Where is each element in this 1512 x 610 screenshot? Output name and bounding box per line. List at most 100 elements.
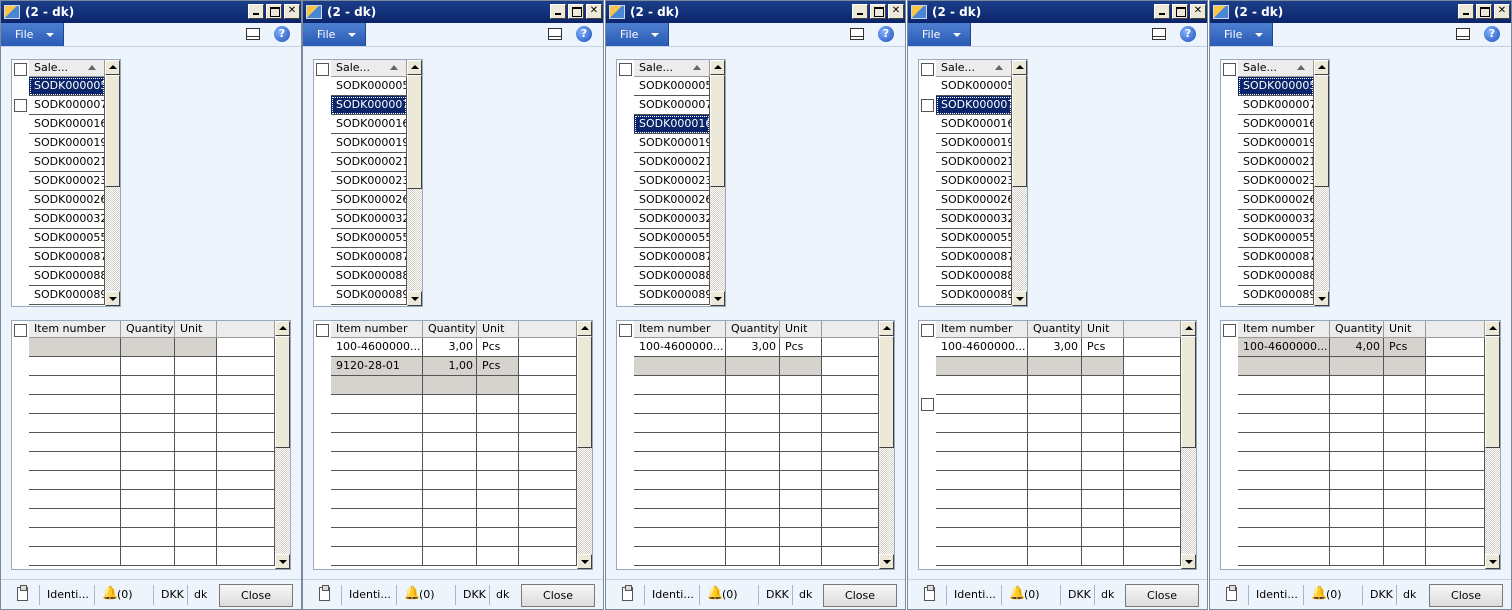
sales-order-row[interactable]: SODK000021: [331, 153, 407, 172]
line-cell-item[interactable]: 100-4600000...: [331, 338, 423, 357]
sales-order-row[interactable]: SODK000007: [936, 96, 1012, 115]
alerts-count[interactable]: (0): [1024, 588, 1040, 601]
sales-order-row[interactable]: SODK000088: [1238, 267, 1314, 286]
lines-scrollbar[interactable]: [275, 321, 290, 569]
identification-field[interactable]: Identi...: [349, 588, 391, 601]
scroll-up-button[interactable]: [879, 321, 894, 336]
title-bar[interactable]: (2 - dk) ✕: [303, 1, 603, 23]
document-handling-icon[interactable]: [924, 585, 935, 601]
maximize-button[interactable]: [266, 4, 282, 19]
line-cell-item[interactable]: 9120-28-01: [331, 357, 423, 376]
maximize-button[interactable]: [870, 4, 886, 19]
scroll-up-button[interactable]: [407, 60, 422, 75]
row-select-checkbox[interactable]: [14, 99, 27, 112]
title-bar[interactable]: (2 - dk) ✕: [606, 1, 905, 23]
scroll-thumb[interactable]: [105, 75, 120, 187]
lines-scrollbar[interactable]: [1181, 321, 1196, 569]
lines-header-item[interactable]: Item number: [331, 321, 423, 338]
sales-order-row[interactable]: SODK000088: [29, 267, 105, 286]
line-cell-qty[interactable]: 3,00: [726, 338, 780, 357]
sales-order-row[interactable]: SODK000089: [29, 286, 105, 305]
sales-order-row[interactable]: SODK000026: [331, 191, 407, 210]
identification-field[interactable]: Identi...: [47, 588, 89, 601]
sales-order-row[interactable]: SODK000023: [1238, 172, 1314, 191]
sales-order-row[interactable]: SODK000026: [936, 191, 1012, 210]
line-cell-qty[interactable]: 3,00: [1028, 338, 1082, 357]
sales-order-row[interactable]: SODK000021: [936, 153, 1012, 172]
scroll-down-button[interactable]: [577, 554, 592, 569]
close-window-button[interactable]: ✕: [888, 4, 904, 19]
scroll-down-button[interactable]: [407, 291, 422, 306]
lines-select-all-checkbox[interactable]: [921, 324, 934, 337]
file-menu-button[interactable]: File: [303, 23, 366, 46]
line-cell-item[interactable]: 100-4600000...: [936, 338, 1028, 357]
line-row-checkbox[interactable]: [921, 398, 934, 411]
lines-header-unit[interactable]: Unit: [1384, 321, 1426, 338]
lines-header-qty[interactable]: Quantity: [121, 321, 175, 338]
lines-header-qty[interactable]: Quantity: [1028, 321, 1082, 338]
sales-order-row[interactable]: SODK000087: [29, 248, 105, 267]
select-all-checkbox[interactable]: [316, 63, 329, 76]
lines-select-all-checkbox[interactable]: [619, 324, 632, 337]
help-icon[interactable]: ?: [1180, 26, 1196, 42]
lines-header-item[interactable]: Item number: [634, 321, 726, 338]
sales-order-row[interactable]: SODK000016: [331, 115, 407, 134]
sales-order-scrollbar[interactable]: [710, 60, 725, 306]
sales-order-row[interactable]: SODK000032: [634, 210, 710, 229]
line-cell-item[interactable]: 100-4600000...: [1238, 338, 1330, 357]
sales-order-row[interactable]: SODK000005: [936, 77, 1012, 96]
lines-header-unit[interactable]: Unit: [780, 321, 822, 338]
sales-order-column-header[interactable]: Sale...: [1238, 60, 1314, 77]
scroll-up-button[interactable]: [1314, 60, 1329, 75]
sales-order-row[interactable]: SODK000055: [1238, 229, 1314, 248]
line-cell-filler[interactable]: [1426, 338, 1485, 357]
sales-order-row[interactable]: SODK000088: [634, 267, 710, 286]
scroll-thumb[interactable]: [407, 75, 422, 189]
sales-order-row[interactable]: SODK000016: [1238, 115, 1314, 134]
line-cell-qty[interactable]: 3,00: [423, 338, 477, 357]
lines-scrollbar[interactable]: [1485, 321, 1500, 569]
line-cell-unit[interactable]: Pcs: [477, 338, 519, 357]
identification-field[interactable]: Identi...: [1256, 588, 1298, 601]
scroll-down-button[interactable]: [105, 291, 120, 306]
lines-header-qty[interactable]: Quantity: [423, 321, 477, 338]
minimize-button[interactable]: [550, 4, 566, 19]
scroll-up-button[interactable]: [710, 60, 725, 75]
sales-order-row[interactable]: SODK000007: [634, 96, 710, 115]
scroll-down-button[interactable]: [710, 291, 725, 306]
sales-order-row[interactable]: SODK000087: [936, 248, 1012, 267]
title-bar[interactable]: (2 - dk) ✕: [1, 1, 301, 23]
sales-order-row[interactable]: SODK000023: [331, 172, 407, 191]
line-cell-unit[interactable]: Pcs: [780, 338, 822, 357]
document-handling-icon[interactable]: [17, 585, 28, 601]
identification-field[interactable]: Identi...: [652, 588, 694, 601]
file-menu-button[interactable]: File: [908, 23, 971, 46]
select-all-checkbox[interactable]: [619, 63, 632, 76]
help-icon[interactable]: ?: [274, 26, 290, 42]
sales-order-row[interactable]: SODK000055: [634, 229, 710, 248]
title-bar[interactable]: (2 - dk) ✕: [908, 1, 1207, 23]
lines-header-item[interactable]: Item number: [936, 321, 1028, 338]
scroll-down-button[interactable]: [1314, 291, 1329, 306]
close-button[interactable]: Close: [1429, 584, 1503, 607]
sales-order-row[interactable]: SODK000007: [29, 96, 105, 115]
select-all-checkbox[interactable]: [921, 63, 934, 76]
maximize-button[interactable]: [1172, 4, 1188, 19]
scroll-thumb[interactable]: [1012, 75, 1027, 187]
document-handling-icon[interactable]: [1226, 585, 1237, 601]
line-cell-unit[interactable]: Pcs: [1082, 338, 1124, 357]
scroll-up-button[interactable]: [105, 60, 120, 75]
file-menu-button[interactable]: File: [606, 23, 669, 46]
scroll-thumb[interactable]: [275, 336, 290, 448]
notification-bell-icon[interactable]: 🔔: [404, 586, 420, 601]
close-button[interactable]: Close: [823, 584, 897, 607]
sales-order-row[interactable]: SODK000087: [634, 248, 710, 267]
sales-order-row[interactable]: SODK000089: [331, 286, 407, 305]
scroll-up-button[interactable]: [1181, 321, 1196, 336]
sales-order-column-header[interactable]: Sale...: [634, 60, 710, 77]
line-cell-filler[interactable]: [1124, 338, 1181, 357]
scroll-down-button[interactable]: [1012, 291, 1027, 306]
help-icon[interactable]: ?: [878, 26, 894, 42]
scroll-down-button[interactable]: [1485, 554, 1500, 569]
sales-order-row[interactable]: SODK000089: [1238, 286, 1314, 305]
